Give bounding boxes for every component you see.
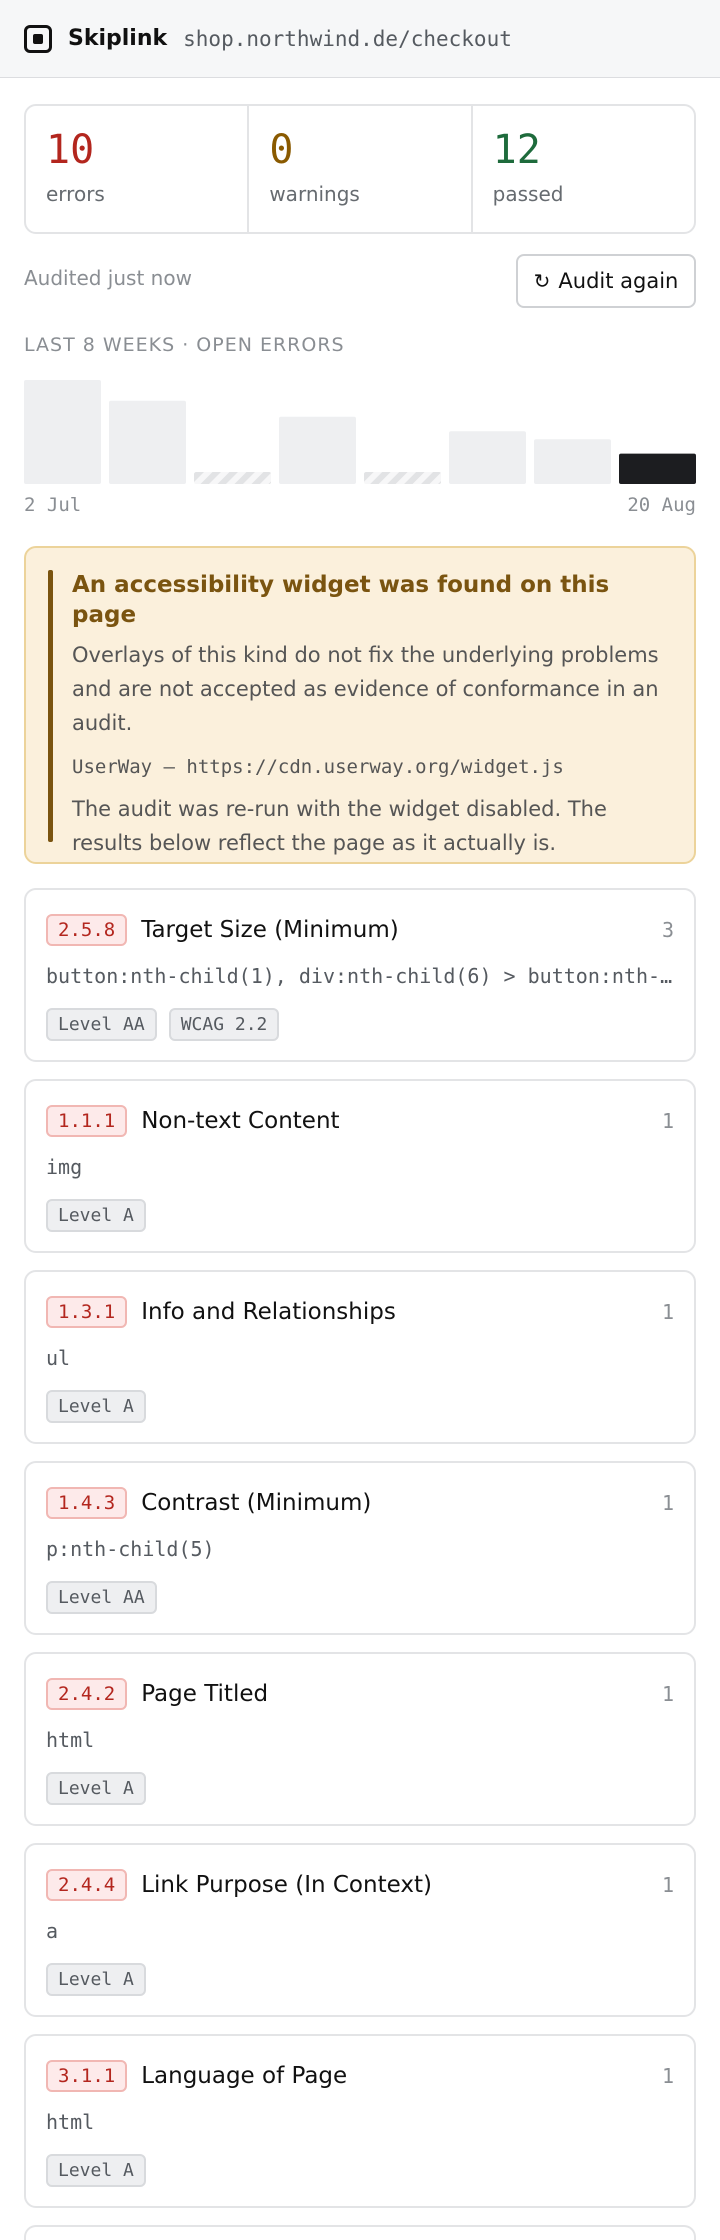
errors-label: errors: [46, 182, 105, 206]
issue-count: 1: [661, 1682, 674, 1706]
chart-end-label: 20 Aug: [627, 494, 696, 516]
passed-count: 12: [492, 127, 541, 173]
level-tag: Level AA: [46, 1008, 157, 1041]
chart-start-label: 2 Jul: [24, 494, 82, 516]
issue-title: Info and Relationships: [141, 1299, 396, 1325]
issue-count: 3: [661, 918, 674, 942]
level-tag: Level A: [46, 2154, 146, 2187]
criterion-badge: 2.5.8: [46, 914, 128, 946]
warning-followup: The audit was re-run with the widget dis…: [72, 797, 607, 855]
issue-card[interactable]: 1.1.1 Non-text Content 1 img Level A: [24, 1079, 696, 1253]
criterion-badge: 1.1.1: [46, 1105, 128, 1137]
level-tag: Level AA: [46, 1581, 157, 1614]
warnings-count: 0: [269, 127, 294, 173]
chart-bar: [449, 431, 526, 484]
warning-title: An accessibility widget was found on thi…: [72, 572, 610, 628]
issue-card[interactable]: 2.4.2 Page Titled 1 html Level A: [24, 1652, 696, 1826]
issue-card[interactable]: 2.5.8 Target Size (Minimum) 3 button:nth…: [24, 888, 696, 1062]
level-tag: Level A: [46, 1199, 146, 1232]
chart-bar-no-data: [364, 472, 441, 484]
issue-selector: html: [46, 2110, 95, 2134]
stat-errors: 10 errors: [26, 106, 250, 232]
audit-again-label: Audit again: [558, 269, 679, 293]
chart-bar: [619, 453, 696, 484]
issue-count: 1: [661, 2064, 674, 2088]
wcag-version-tag: WCAG 2.2: [168, 1008, 280, 1041]
chart-bar: [24, 380, 101, 484]
issue-card[interactable]: 3.1.1 Language of Page 1 html Level A: [24, 2034, 696, 2208]
issue-card[interactable]: 1.3.1 Info and Relationships 1 ul Level …: [24, 1270, 696, 1444]
issue-count: 1: [661, 1873, 674, 1897]
criterion-badge: 2.4.2: [46, 1678, 128, 1710]
criterion-badge: 3.1.1: [46, 2060, 128, 2092]
app-header: Skiplink shop.northwind.de/checkout: [0, 0, 720, 78]
issue-title: Contrast (Minimum): [141, 1490, 372, 1516]
criterion-badge: 1.3.1: [46, 1296, 128, 1328]
chart-bar-no-data: [194, 472, 271, 484]
level-tag: Level A: [46, 1963, 146, 1996]
issue-selector: img: [46, 1155, 83, 1179]
trend-title: LAST 8 WEEKS · OPEN ERRORS: [24, 334, 345, 356]
chart-bar: [109, 400, 186, 484]
issue-count: 1: [661, 1491, 674, 1515]
widget-source: UserWay — https://cdn.userway.org/widget…: [72, 756, 564, 778]
issue-count: 1: [661, 1109, 674, 1133]
issue-selector: html: [46, 1728, 95, 1752]
issue-card[interactable]: 1.4.3 Contrast (Minimum) 1 p:nth-child(5…: [24, 1461, 696, 1635]
errors-count: 10: [46, 127, 95, 173]
issue-title: Target Size (Minimum): [141, 917, 399, 943]
passed-label: passed: [492, 182, 564, 206]
warnings-label: warnings: [269, 182, 360, 206]
trend-chart: [24, 380, 696, 484]
level-tag: Level A: [46, 1772, 146, 1805]
issue-title: Non-text Content: [141, 1108, 340, 1134]
refresh-icon: ↻: [533, 269, 551, 293]
issue-count: 1: [661, 1300, 674, 1324]
stat-passed: 12 passed: [473, 106, 694, 232]
issue-selector: p:nth-child(5): [46, 1537, 215, 1561]
issue-title: Link Purpose (In Context): [141, 1872, 432, 1898]
audit-again-button[interactable]: ↻ Audit again: [516, 254, 696, 308]
warning-accent: [48, 570, 53, 842]
brand-name: Skiplink: [68, 26, 168, 51]
issue-selector: ul: [46, 1346, 71, 1370]
audit-status: Audited just now: [24, 266, 192, 290]
logo-icon: [24, 24, 52, 53]
chart-bar: [534, 439, 611, 484]
issue-selector: button:nth-child(1), div:nth-child(6) > …: [46, 964, 674, 988]
criterion-badge: 2.4.4: [46, 1869, 128, 1901]
stat-warnings: 0 warnings: [249, 106, 473, 232]
issue-card-partial[interactable]: [24, 2225, 696, 2240]
level-tag: Level A: [46, 1390, 146, 1423]
audited-url: shop.northwind.de/checkout: [183, 26, 512, 51]
issue-title: Page Titled: [141, 1681, 269, 1707]
issue-title: Language of Page: [141, 2063, 348, 2089]
criterion-badge: 1.4.3: [46, 1487, 128, 1519]
warning-text: Overlays of this kind do not fix the und…: [72, 643, 659, 735]
chart-bar: [279, 416, 356, 484]
issue-selector: a: [46, 1919, 59, 1943]
issue-card[interactable]: 2.4.4 Link Purpose (In Context) 1 a Leve…: [24, 1843, 696, 2017]
overlay-warning: An accessibility widget was found on thi…: [24, 546, 696, 864]
stats-summary: 10 errors 0 warnings 12 passed: [24, 104, 696, 234]
